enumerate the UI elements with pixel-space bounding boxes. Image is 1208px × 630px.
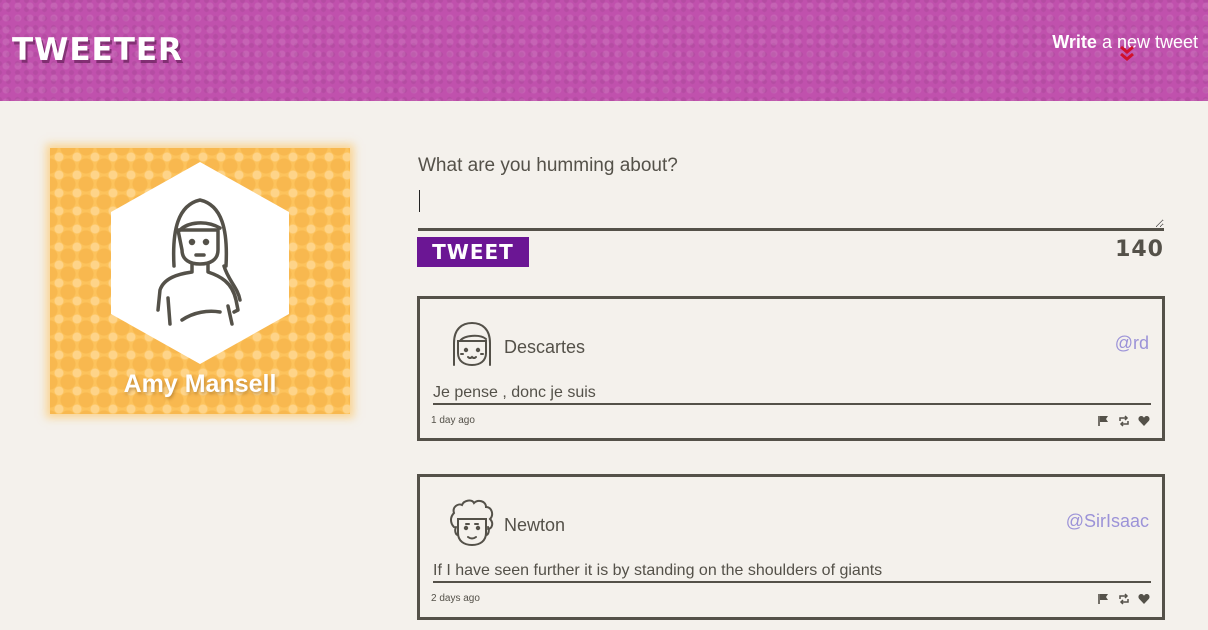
- character-counter: 140: [1115, 237, 1164, 262]
- tweet-content: If I have seen further it is by standing…: [433, 562, 1151, 583]
- tweet-actions: [1098, 414, 1150, 427]
- tweet-card: Descartes @rd Je pense , donc je suis 1 …: [417, 296, 1165, 441]
- tweet-content: Je pense , donc je suis: [433, 384, 1151, 405]
- tweet-handle[interactable]: @SirIsaac: [1066, 511, 1149, 532]
- flag-icon[interactable]: [1098, 414, 1110, 426]
- woman-avatar-icon: [111, 162, 289, 364]
- flag-icon[interactable]: [1098, 592, 1110, 604]
- curly-hair-avatar-icon: [450, 499, 494, 547]
- retweet-icon[interactable]: [1118, 414, 1130, 427]
- tweet-author: Newton: [504, 515, 566, 535]
- profile-card: Amy Mansell: [50, 148, 350, 414]
- heart-icon[interactable]: [1138, 592, 1150, 604]
- tweet-textarea[interactable]: [418, 184, 1164, 231]
- profile-name: Amy Mansell: [123, 370, 277, 398]
- tweet-timestamp: 2 days ago: [431, 593, 480, 604]
- brand-logo[interactable]: TWEETER: [12, 32, 183, 68]
- compose-link-rest: a new tweet: [1101, 32, 1198, 52]
- tweet-button[interactable]: TWEET: [417, 237, 529, 267]
- tweet-handle[interactable]: @rd: [1115, 333, 1149, 354]
- tweet-timestamp: 1 day ago: [431, 415, 475, 426]
- composer-prompt: What are you humming about?: [418, 155, 678, 176]
- tweet-author: Descartes: [504, 337, 586, 357]
- compose-link-bold: Write: [1052, 32, 1097, 52]
- heart-icon[interactable]: [1138, 414, 1150, 426]
- retweet-icon[interactable]: [1118, 592, 1130, 605]
- tweet-card: Newton @SirIsaac If I have seen further …: [417, 474, 1165, 620]
- tweet-actions: [1098, 592, 1150, 605]
- top-nav: TWEETER Write a new tweet: [0, 0, 1208, 101]
- double-chevron-down-icon[interactable]: [1119, 43, 1135, 63]
- girl-avatar-icon: [453, 321, 491, 367]
- text-caret: [419, 190, 420, 212]
